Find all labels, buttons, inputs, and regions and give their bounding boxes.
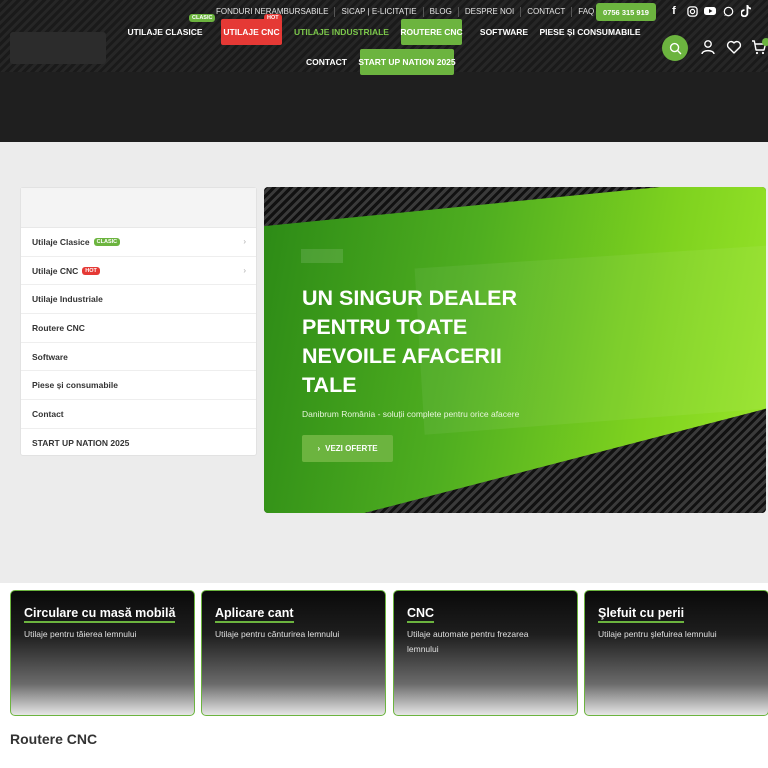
cart-count-badge	[762, 38, 768, 46]
category-sidebar: Utilaje Clasice CLASIC › Utilaje CNC HOT…	[20, 187, 257, 456]
hero-subtitle: Danibrum România - soluții complete pent…	[302, 409, 520, 419]
nav-utilaje-clasice[interactable]: UTILAJE CLASICE	[126, 19, 204, 45]
chevron-right-icon: ›	[243, 265, 246, 275]
whatsapp-icon[interactable]	[722, 4, 734, 18]
sidebar-item-label: Utilaje Clasice	[32, 236, 90, 247]
sidebar-badge-hot: HOT	[82, 266, 100, 275]
account-icon[interactable]	[700, 39, 716, 55]
card-title: Şlefuit cu perii	[598, 606, 685, 623]
toplink-blog[interactable]: BLOG	[424, 7, 459, 17]
sidebar-item-piese-consumabile[interactable]: Piese și consumabile	[21, 371, 256, 401]
hero-cta-button[interactable]: › VEZI OFERTE	[302, 435, 393, 462]
sidebar-item-label: Routere CNC	[32, 322, 85, 333]
hero-banner: UN SINGUR DEALER PENTRU TOATE NEVOILE AF…	[264, 187, 766, 513]
social-links: f	[668, 4, 752, 18]
chevron-right-icon: ›	[317, 444, 321, 453]
nav-badge-hot: HOT	[264, 14, 282, 22]
sidebar-item-label: Contact	[32, 408, 64, 419]
toplink-despre[interactable]: DESPRE NOI	[459, 7, 522, 17]
sidebar-item-start-up-nation[interactable]: START UP NATION 2025	[21, 429, 256, 458]
sidebar-item-utilaje-cnc[interactable]: Utilaje CNC HOT ›	[21, 257, 256, 286]
sidebar-item-utilaje-clasice[interactable]: Utilaje Clasice CLASIC ›	[21, 228, 256, 257]
nav-start-up-nation[interactable]: START UP NATION 2025	[358, 49, 456, 75]
sidebar-item-utilaje-industriale[interactable]: Utilaje Industriale	[21, 285, 256, 315]
chevron-right-icon: ›	[243, 237, 246, 246]
sidebar-item-label: Piese și consumabile	[32, 380, 118, 391]
hero-title: UN SINGUR DEALER PENTRU TOATE NEVOILE AF…	[302, 286, 518, 397]
card-title: CNC	[407, 606, 435, 623]
category-card-slefuit[interactable]: Şlefuit cu perii Utilaje pentru şlefuire…	[584, 590, 768, 716]
sidebar-item-contact[interactable]: Contact	[21, 400, 256, 429]
sidebar-item-label: Utilaje CNC	[32, 265, 79, 276]
sidebar-item-label: Software	[32, 351, 68, 362]
section-title-routere-cnc: Routere CNC	[10, 731, 98, 747]
hero-cta-label: VEZI OFERTE	[325, 444, 378, 453]
nav-software[interactable]: SOFTWARE	[478, 19, 530, 45]
category-card-cnc[interactable]: CNC Utilaje automate pentru frezarea lem…	[393, 590, 578, 716]
sidebar-header	[21, 188, 256, 228]
toplink-sicap[interactable]: SICAP | E-LICITAȚIE	[335, 7, 424, 17]
nav-utilaje-industriale[interactable]: UTILAJE INDUSTRIALE	[292, 19, 391, 45]
toplink-contact[interactable]: CONTACT	[521, 7, 573, 17]
card-title: Circulare cu masă mobilă	[24, 606, 176, 623]
search-button[interactable]	[662, 35, 688, 61]
tiktok-icon[interactable]	[740, 4, 752, 18]
category-card-circulare[interactable]: Circulare cu masă mobilă Utilaje pentru …	[10, 590, 195, 716]
site-header: FONDURI NERAMBURSABILE SICAP | E-LICITAȚ…	[0, 0, 768, 142]
sidebar-item-routere-cnc[interactable]: Routere CNC	[21, 314, 256, 343]
sidebar-item-label: Utilaje Industriale	[32, 294, 103, 305]
nav-piese-consumabile[interactable]: PIESE ȘI CONSUMABILE	[538, 19, 642, 45]
card-title: Aplicare cant	[215, 606, 294, 623]
search-icon	[669, 42, 681, 54]
hero-decoration	[301, 249, 343, 263]
instagram-icon[interactable]	[686, 4, 698, 18]
sidebar-badge-clasic: CLASIC	[93, 237, 121, 246]
card-description: Utilaje pentru cănturirea lemnului	[215, 629, 340, 639]
card-description: Utilaje pentru tăierea lemnului	[24, 629, 137, 639]
card-description: Utilaje pentru şlefuirea lemnului	[598, 629, 717, 639]
facebook-icon[interactable]: f	[668, 4, 680, 18]
category-card-aplicare-cant[interactable]: Aplicare cant Utilaje pentru cănturirea …	[201, 590, 386, 716]
nav-routere-cnc[interactable]: ROUTERE CNC	[400, 19, 463, 45]
nav-contact[interactable]: CONTACT	[303, 49, 350, 75]
site-logo[interactable]	[10, 32, 106, 64]
nav-badge-clasic: CLASIC	[189, 14, 216, 22]
sidebar-item-label: START UP NATION 2025	[32, 438, 130, 449]
youtube-icon[interactable]	[704, 4, 716, 18]
card-description: Utilaje automate pentru frezarea lemnulu…	[407, 629, 529, 654]
nav-utilaje-cnc[interactable]: UTILAJE CNC	[221, 19, 282, 45]
sidebar-item-software[interactable]: Software	[21, 343, 256, 372]
wishlist-heart-icon[interactable]	[726, 39, 742, 55]
